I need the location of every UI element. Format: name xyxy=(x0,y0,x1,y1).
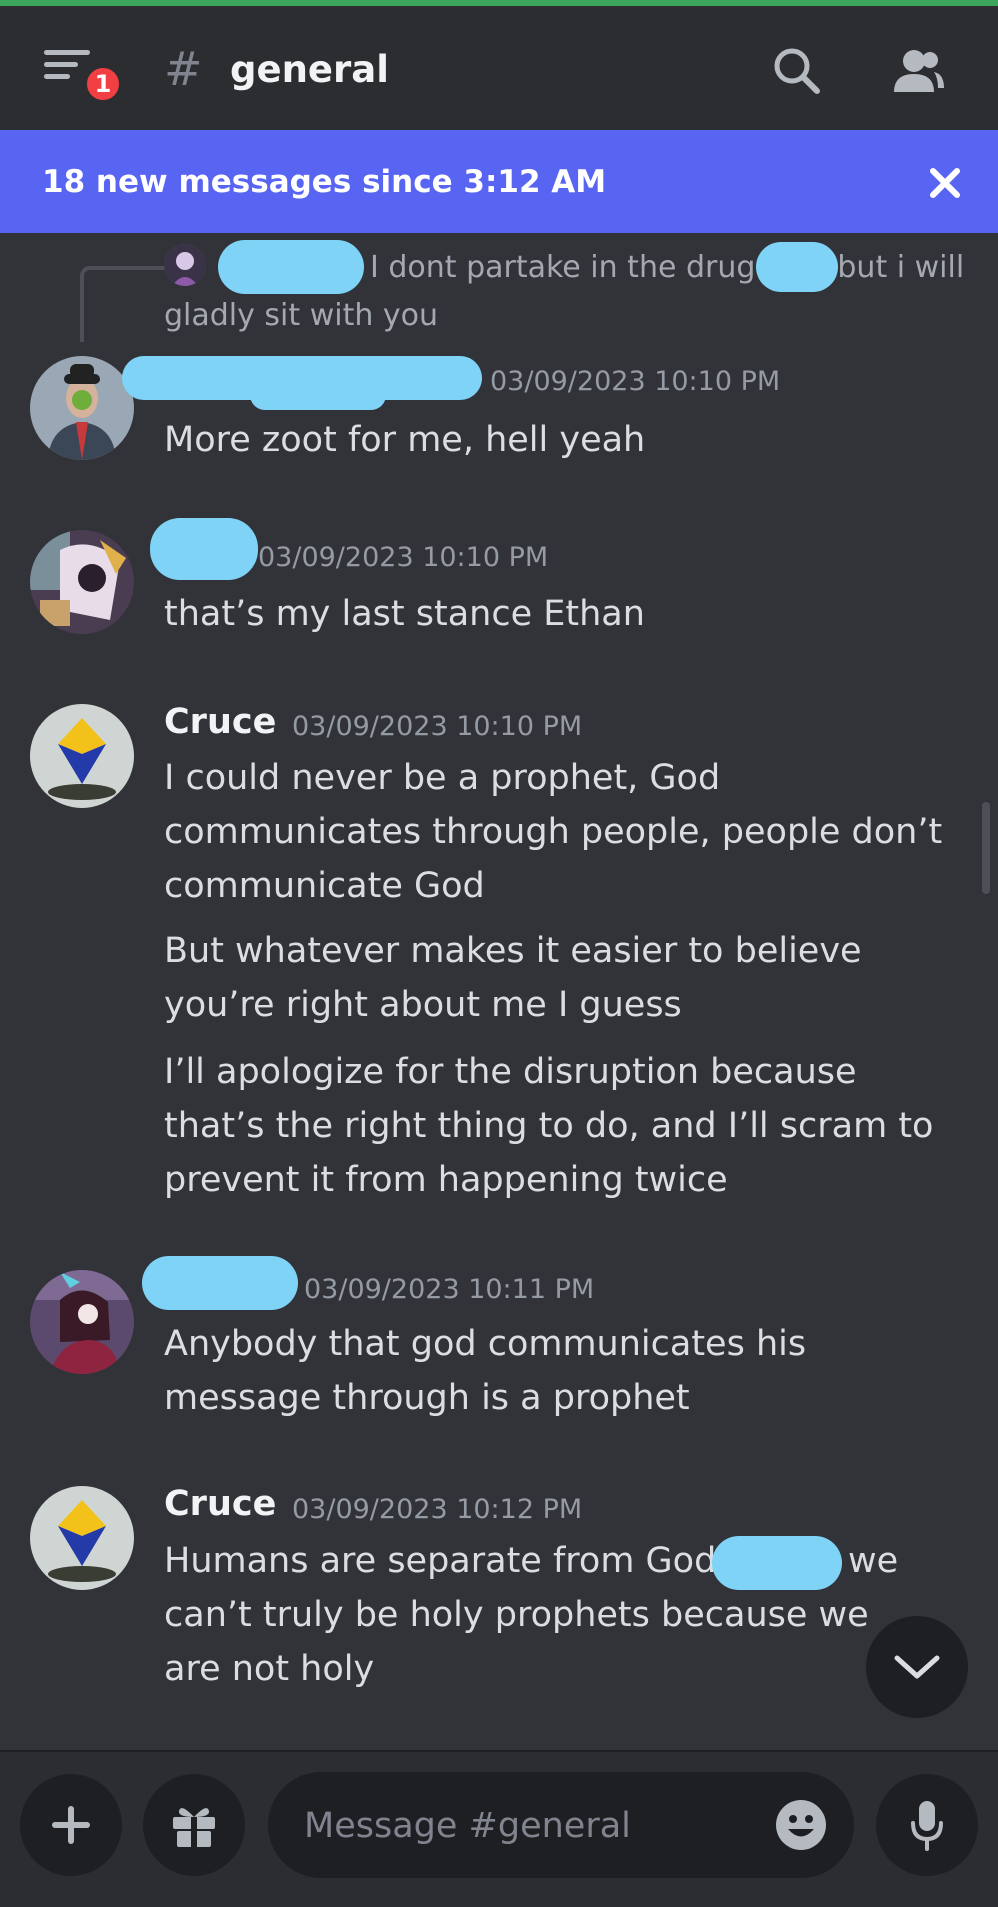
message-timestamp: 03/09/2023 10:10 PM xyxy=(490,366,781,397)
avatar[interactable] xyxy=(30,1486,134,1590)
new-messages-banner[interactable]: 18 new messages since 3:12 AM xyxy=(0,130,998,233)
gift-button[interactable] xyxy=(143,1774,245,1876)
message-timestamp: 03/09/2023 10:10 PM xyxy=(258,542,549,573)
message-text[interactable]: More zoot for me, hell yeah xyxy=(164,413,964,467)
reply-text-a: I dont partake in the drug xyxy=(370,250,756,285)
message-timestamp: 03/09/2023 10:12 PM xyxy=(292,1494,583,1525)
avatar[interactable] xyxy=(30,1270,134,1374)
redacted-name xyxy=(250,380,386,410)
search-icon[interactable] xyxy=(772,46,822,100)
message-text[interactable]: But whatever makes it easier to believe … xyxy=(164,924,954,1032)
add-attachment-button[interactable] xyxy=(20,1774,122,1876)
redacted-text xyxy=(756,242,838,292)
plus-icon xyxy=(52,1806,90,1844)
chevron-down-icon xyxy=(894,1655,940,1679)
reply-text-b: but i will xyxy=(837,250,965,285)
message-text[interactable]: I’ll apologize for the disruption becaus… xyxy=(164,1045,964,1207)
reply-text-c: gladly sit with you xyxy=(164,298,438,333)
avatar[interactable] xyxy=(30,356,134,460)
scrollbar[interactable] xyxy=(982,802,990,894)
message-text[interactable]: that’s my last stance Ethan xyxy=(164,587,964,641)
redacted-name xyxy=(150,518,258,580)
redacted-name xyxy=(142,1256,298,1310)
emoji-icon[interactable] xyxy=(774,1798,828,1856)
message-timestamp: 03/09/2023 10:10 PM xyxy=(292,711,583,742)
notification-badge: 1 xyxy=(83,64,123,104)
close-icon[interactable] xyxy=(928,166,962,204)
avatar[interactable] xyxy=(30,704,134,808)
members-icon[interactable] xyxy=(890,46,946,100)
message-author[interactable]: Cruce xyxy=(164,702,276,742)
voice-message-button[interactable] xyxy=(876,1774,978,1876)
message-author[interactable]: Cruce xyxy=(164,1484,276,1524)
reply-connector xyxy=(80,266,166,342)
gift-icon xyxy=(173,1808,215,1847)
message-text[interactable]: Humans are separate from God xyxy=(164,1534,724,1588)
message-text[interactable]: can’t truly be holy prophets because we … xyxy=(164,1588,924,1696)
jump-to-present-button[interactable] xyxy=(866,1616,968,1718)
channel-title[interactable]: general xyxy=(230,49,389,91)
channel-header xyxy=(0,6,998,130)
message-input[interactable] xyxy=(302,1772,726,1880)
message-input-wrapper[interactable] xyxy=(268,1772,854,1880)
channel-hash-icon: # xyxy=(164,42,203,96)
message-timestamp: 03/09/2023 10:11 PM xyxy=(304,1274,595,1305)
redacted-text xyxy=(712,1536,842,1590)
avatar[interactable] xyxy=(30,530,134,634)
reply-preview[interactable]: I dont partake in the drug but i will gla… xyxy=(164,244,984,340)
microphone-icon xyxy=(911,1801,943,1851)
message-text[interactable]: we xyxy=(848,1534,928,1588)
message-text[interactable]: Anybody that god communicates his messag… xyxy=(164,1317,964,1425)
message-text[interactable]: I could never be a prophet, God communic… xyxy=(164,751,954,913)
new-messages-text: 18 new messages since 3:12 AM xyxy=(42,164,607,200)
